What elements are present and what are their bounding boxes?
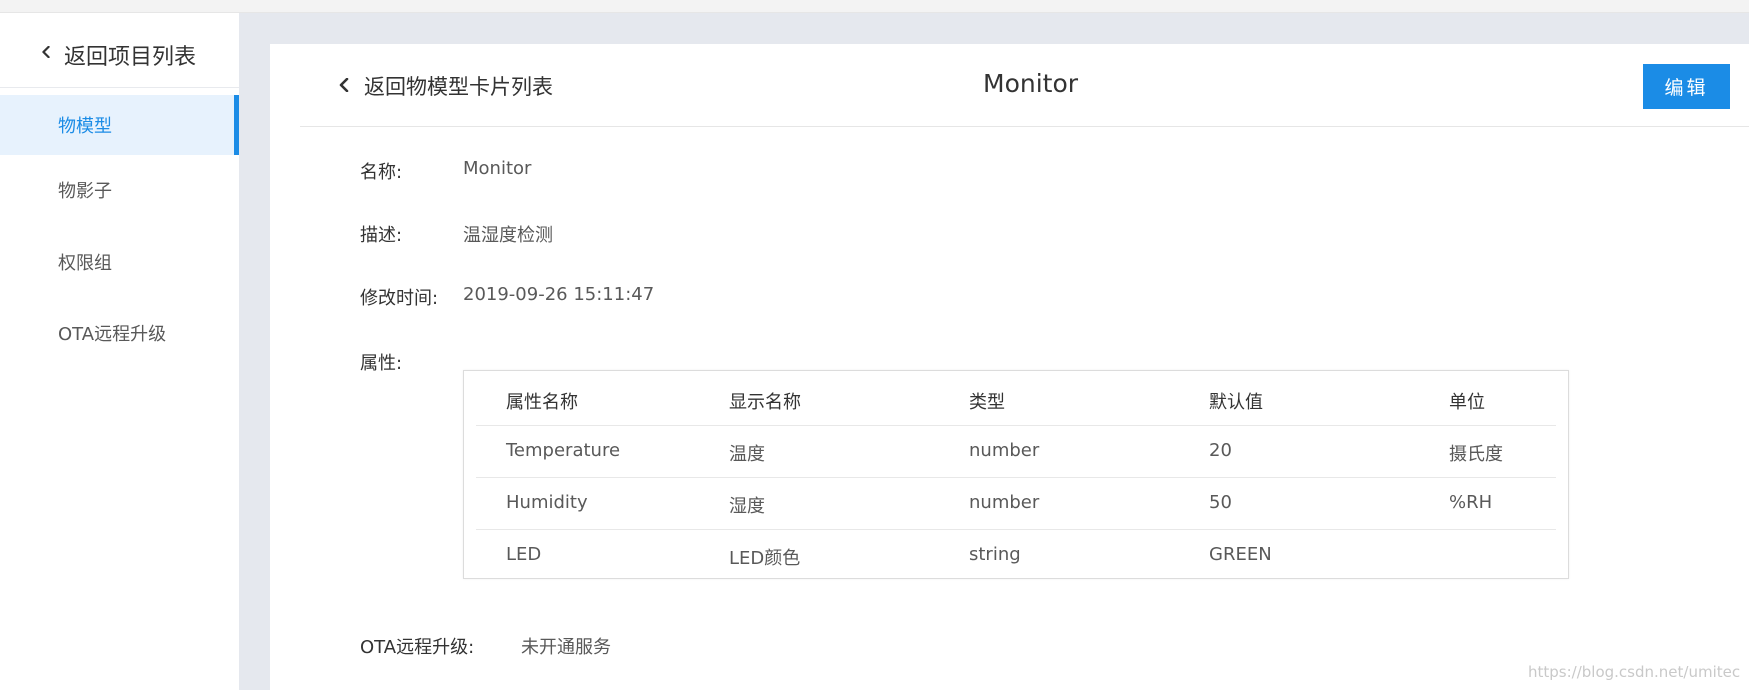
table-cell: 20 [1209,440,1232,461]
card-header: 返回物模型卡片列表 Monitor [300,44,1749,127]
table-cell: Temperature [506,440,621,461]
properties-table: 属性名称 显示名称 类型 默认值 单位 Temperature 温度 numbe… [463,370,1569,579]
table-cell: 温度 [729,444,765,465]
table-cell: number [969,440,1040,461]
sidebar-item-thing-model[interactable]: 物模型 [0,95,239,155]
properties-label: 属性: [360,353,403,374]
name-label: 名称: [360,162,403,183]
browser-top-strip [0,0,1749,13]
description-label: 描述: [360,225,403,246]
watermark: https://blog.csdn.net/umitec [1528,663,1741,681]
active-indicator [234,95,239,155]
sidebar-item-label: 权限组 [58,253,112,274]
table-cell: LED颜色 [729,548,801,569]
column-header: 默认值 [1209,392,1263,413]
table-cell: Humidity [506,492,588,513]
table-cell: 湿度 [729,496,765,517]
sidebar-item-permission-group[interactable]: 权限组 [0,232,239,292]
table-cell: 摄氏度 [1449,444,1503,465]
back-to-project-list-label: 返回项目列表 [64,45,197,70]
chevron-left-icon [42,46,50,58]
back-to-card-list-label: 返回物模型卡片列表 [364,75,553,99]
description-value: 温湿度检测 [463,225,553,246]
table-cell: string [969,544,1021,565]
sidebar: 返回项目列表 物模型 物影子 权限组 OTA远程升级 [0,13,239,690]
edit-button[interactable]: 编辑 [1643,64,1730,109]
table-row: Temperature 温度 number 20 摄氏度 [476,426,1556,478]
back-to-project-list-link[interactable]: 返回项目列表 [0,13,239,88]
ota-value: 未开通服务 [521,637,611,658]
sidebar-item-ota[interactable]: OTA远程升级 [0,303,239,363]
sidebar-item-label: 物模型 [58,116,112,137]
table-header-row: 属性名称 显示名称 类型 默认值 单位 [476,374,1556,426]
table-cell: LED [506,544,542,565]
table-cell: %RH [1449,492,1493,513]
ota-label: OTA远程升级: [360,637,475,658]
chevron-left-icon [339,78,349,92]
column-header: 属性名称 [506,392,578,413]
modified-time-value: 2019-09-26 15:11:47 [463,284,655,305]
column-header: 类型 [969,392,1005,413]
sidebar-item-shadow[interactable]: 物影子 [0,160,239,220]
sidebar-item-label: OTA远程升级 [58,324,167,345]
table-cell: 50 [1209,492,1232,513]
column-header: 显示名称 [729,392,801,413]
table-row: LED LED颜色 string GREEN [476,530,1556,581]
page-title: Monitor [983,69,1079,98]
table-cell: GREEN [1209,544,1272,565]
name-value: Monitor [463,158,532,179]
modified-time-label: 修改时间: [360,288,439,309]
thing-model-detail-card: 返回物模型卡片列表 Monitor 编辑 名称: Monitor 描述: 温湿度… [270,44,1749,690]
table-cell: number [969,492,1040,513]
table-row: Humidity 湿度 number 50 %RH [476,478,1556,530]
column-header: 单位 [1449,392,1485,413]
sidebar-item-label: 物影子 [58,181,112,202]
